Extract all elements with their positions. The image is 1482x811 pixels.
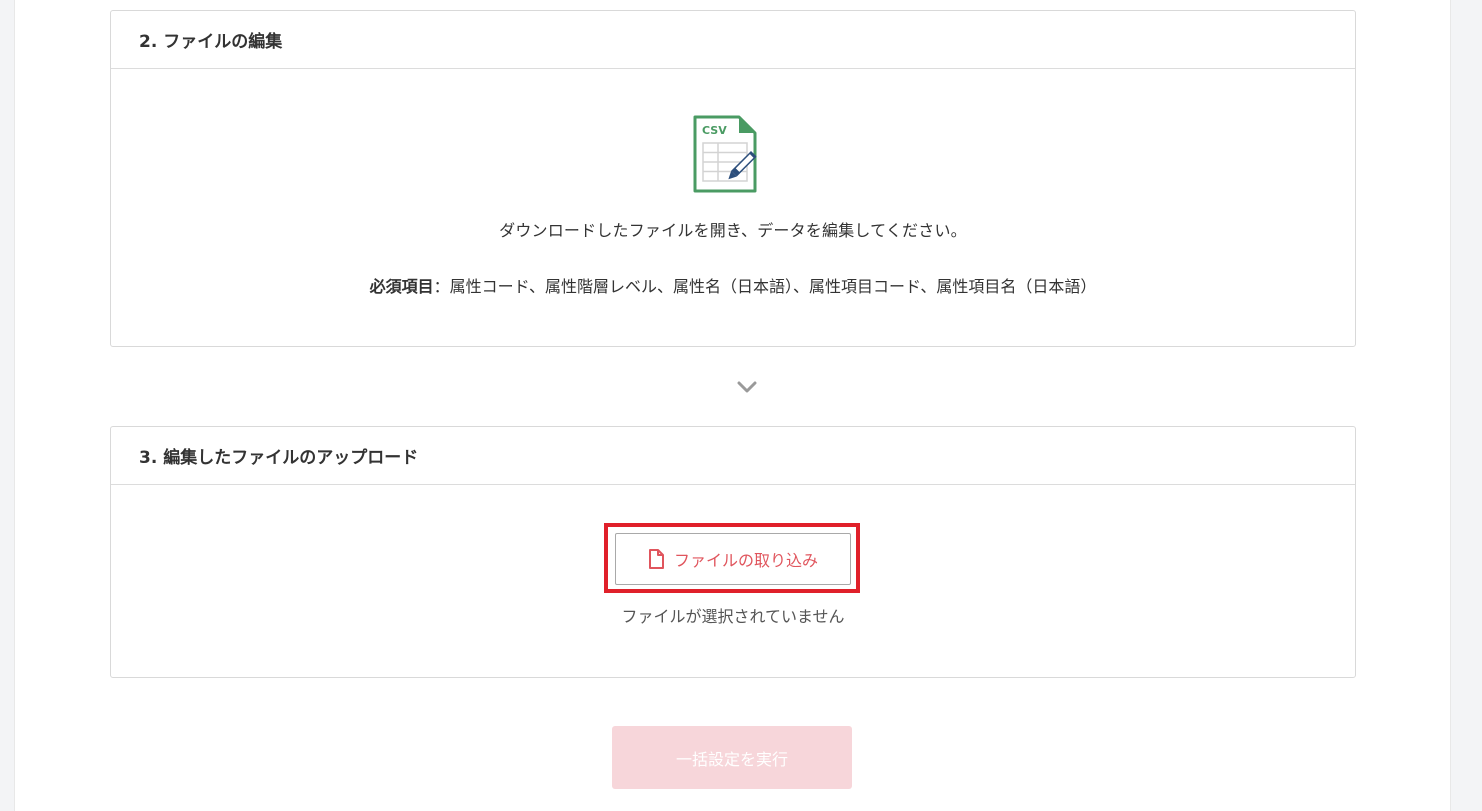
import-file-button-label: ファイルの取り込み <box>673 551 818 570</box>
file-icon <box>648 549 664 569</box>
edit-file-card-body: CSV ダウンロードしたファイルを開き、データを編集してください。 必須項目：属… <box>111 69 1355 346</box>
required-fields-separator: ： <box>433 277 450 296</box>
upload-file-card: 3. 編集したファイルのアップロード ファイルの取り込み ファイルが選択されてい… <box>110 426 1356 678</box>
no-file-selected-text: ファイルが選択されていません <box>621 607 845 626</box>
edit-instruction-text: ダウンロードしたファイルを開き、データを編集してください。 <box>499 221 967 240</box>
required-fields-label: 必須項目 <box>369 277 434 296</box>
edit-file-card: 2. ファイルの編集 CSV ダウンロードしたファイルを開き、データを編集してく… <box>110 10 1356 347</box>
import-button-highlight: ファイルの取り込み <box>604 523 860 593</box>
upload-file-card-title: 3. 編集したファイルのアップロード <box>111 427 1355 485</box>
import-file-button[interactable]: ファイルの取り込み <box>615 533 851 585</box>
bulk-execute-button[interactable]: 一括設定を実行 <box>612 726 852 789</box>
upload-file-card-body: ファイルの取り込み ファイルが選択されていません <box>111 485 1355 677</box>
csv-edit-icon: CSV <box>693 115 757 193</box>
page-panel: 2. ファイルの編集 CSV ダウンロードしたファイルを開き、データを編集してく… <box>14 0 1451 811</box>
csv-icon-label: CSV <box>702 124 727 137</box>
required-fields-list: 属性コード、属性階層レベル、属性名（日本語）、属性項目コード、属性項目名（日本語… <box>449 277 1097 296</box>
edit-file-card-title: 2. ファイルの編集 <box>111 11 1355 69</box>
chevron-down-icon <box>734 377 760 397</box>
required-fields-line: 必須項目：属性コード、属性階層レベル、属性名（日本語）、属性項目コード、属性項目… <box>111 273 1355 297</box>
